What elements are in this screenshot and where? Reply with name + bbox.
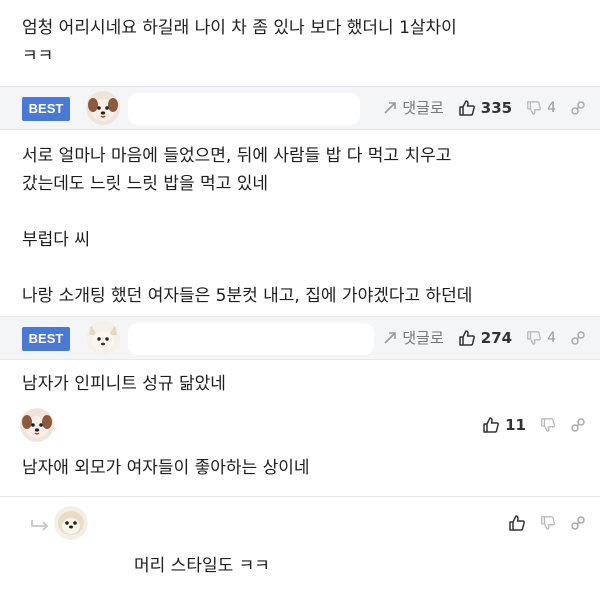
best-badge: BEST (22, 97, 70, 121)
nested-reply-arrow-icon (30, 518, 50, 537)
avatar[interactable] (54, 506, 88, 540)
link-button[interactable] (570, 330, 586, 346)
comment-actions: 댓글로 335 4 (383, 97, 586, 118)
redaction-block (104, 222, 130, 248)
link-button[interactable] (570, 515, 586, 531)
reply-button[interactable]: 댓글로 (383, 327, 444, 348)
link-button[interactable] (570, 417, 586, 433)
dislike-button[interactable] (540, 417, 556, 433)
like-count: 274 (480, 328, 513, 347)
thumbs-down-icon (540, 417, 556, 433)
avatar[interactable] (86, 321, 120, 355)
username-redacted (128, 323, 374, 355)
username-redacted (128, 93, 360, 125)
thumbs-up-icon (508, 514, 526, 532)
like-button[interactable] (508, 514, 526, 532)
comment-actions: 댓글로 274 4 (383, 327, 586, 348)
comment-text: 엄청 어리시네요 하길래 나이 차 좀 있나 보다 했더니 1살차이 ㅋㅋ (22, 18, 457, 66)
thumbs-down-icon (526, 330, 542, 346)
comment-header-bar: BEST 댓글로 274 4 (0, 316, 600, 360)
like-count: 335 (480, 98, 513, 117)
dislike-button[interactable]: 4 (526, 330, 556, 346)
dislike-button[interactable] (540, 515, 556, 531)
comment-actions: 11 (482, 416, 586, 434)
thumbs-up-icon (458, 99, 476, 117)
avatar[interactable] (86, 91, 120, 125)
thumbs-down-icon (540, 515, 556, 531)
dislike-count: 4 (547, 99, 556, 116)
avatar[interactable] (20, 408, 54, 442)
best-badge: BEST (22, 327, 70, 351)
like-count: 11 (505, 416, 526, 434)
dislike-count: 4 (547, 329, 556, 346)
divider (0, 496, 600, 497)
link-icon (570, 417, 586, 433)
link-icon (570, 100, 586, 116)
like-button[interactable]: 335 (458, 99, 512, 117)
comment-text: 남자애 외모가 여자들이 좋아하는 상이네 (22, 458, 310, 478)
like-button[interactable]: 11 (482, 416, 526, 434)
thumbs-up-icon (458, 329, 476, 347)
link-icon (570, 515, 586, 531)
dislike-button[interactable]: 4 (526, 100, 556, 116)
reply-label: 댓글로 (402, 99, 444, 117)
reply-label: 댓글로 (402, 329, 444, 347)
comment-actions (508, 514, 586, 532)
reply-arrow-icon (383, 331, 397, 345)
like-button[interactable]: 274 (458, 329, 512, 347)
thumbs-up-icon (482, 416, 500, 434)
comment-header-bar: BEST 댓글로 335 4 (0, 86, 600, 130)
comment-text: 남자가 인피니트 성규 닮았네 (22, 374, 226, 394)
comment-text: 머리 스타일도 ㅋㅋ (134, 556, 270, 576)
link-icon (570, 330, 586, 346)
thumbs-down-icon (526, 100, 542, 116)
reply-button[interactable]: 댓글로 (383, 97, 444, 118)
link-button[interactable] (570, 100, 586, 116)
comment-text: 서로 얼마나 마음에 들었으면, 뒤에 사람들 밥 다 먹고 치우고 갔는데도 … (22, 146, 473, 306)
reply-arrow-icon (383, 101, 397, 115)
